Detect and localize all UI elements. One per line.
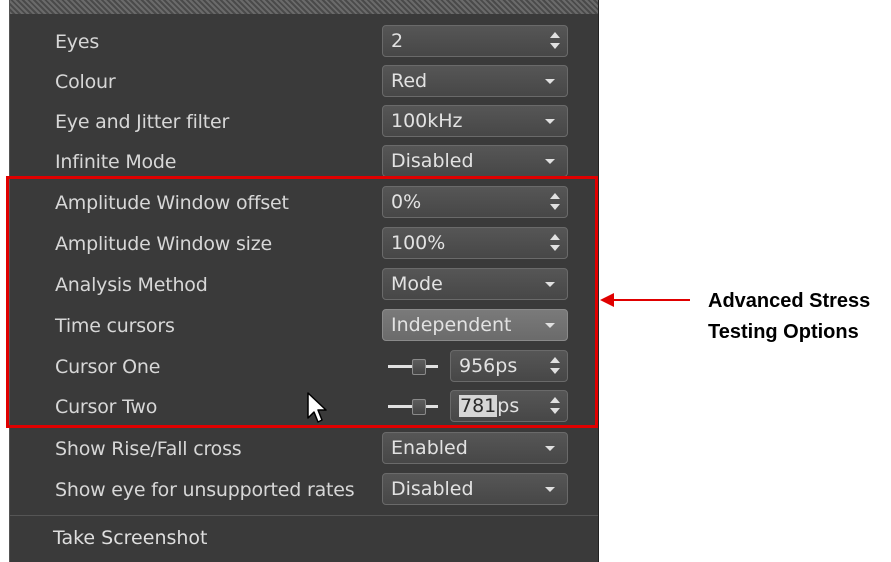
row-colour: Colour Red (10, 61, 598, 101)
eyes-label: Eyes (55, 31, 100, 53)
eye-jitter-filter-label: Eye and Jitter filter (55, 111, 230, 133)
show-eye-unsupported-value: Disabled (391, 478, 474, 500)
chevron-down-icon (545, 159, 555, 164)
panel-grip-handle[interactable] (10, 0, 598, 14)
chevron-down-icon (545, 79, 555, 84)
mouse-pointer-icon (307, 392, 327, 423)
spin-arrows-icon[interactable] (547, 29, 563, 53)
take-screenshot-button[interactable]: Take Screenshot (53, 527, 208, 549)
advanced-options-highlight-box (6, 176, 598, 428)
chevron-down-icon (545, 119, 555, 124)
eye-jitter-filter-dropdown[interactable]: 100kHz (382, 105, 568, 137)
row-infinite-mode: Infinite Mode Disabled (10, 141, 598, 181)
colour-dropdown[interactable]: Red (382, 65, 568, 97)
divider (10, 515, 598, 516)
callout-line-1: Advanced Stress (708, 290, 871, 312)
row-show-eye-unsupported: Show eye for unsupported rates Disabled (10, 469, 598, 509)
row-eye-jitter-filter: Eye and Jitter filter 100kHz (10, 101, 598, 141)
row-show-rise-fall-cross: Show Rise/Fall cross Enabled (10, 428, 598, 468)
eyes-spinbox[interactable]: 2 (382, 25, 568, 57)
eye-jitter-filter-value: 100kHz (391, 110, 463, 132)
infinite-mode-label: Infinite Mode (55, 151, 177, 173)
chevron-down-icon (545, 446, 555, 451)
callout-label: Advanced Stress Testing Options (708, 286, 870, 348)
eyes-value: 2 (391, 30, 404, 52)
show-eye-unsupported-label: Show eye for unsupported rates (55, 479, 355, 501)
show-rise-fall-cross-value: Enabled (391, 437, 468, 459)
infinite-mode-dropdown[interactable]: Disabled (382, 145, 568, 177)
row-eyes: Eyes 2 (10, 21, 598, 61)
show-rise-fall-cross-label: Show Rise/Fall cross (55, 438, 242, 460)
callout-line-2: Testing Options (708, 321, 859, 343)
colour-value: Red (391, 70, 428, 92)
infinite-mode-value: Disabled (391, 150, 474, 172)
callout-arrow-line (610, 299, 690, 301)
show-eye-unsupported-dropdown[interactable]: Disabled (382, 473, 568, 505)
show-rise-fall-cross-dropdown[interactable]: Enabled (382, 432, 568, 464)
chevron-down-icon (545, 487, 555, 492)
colour-label: Colour (55, 71, 116, 93)
